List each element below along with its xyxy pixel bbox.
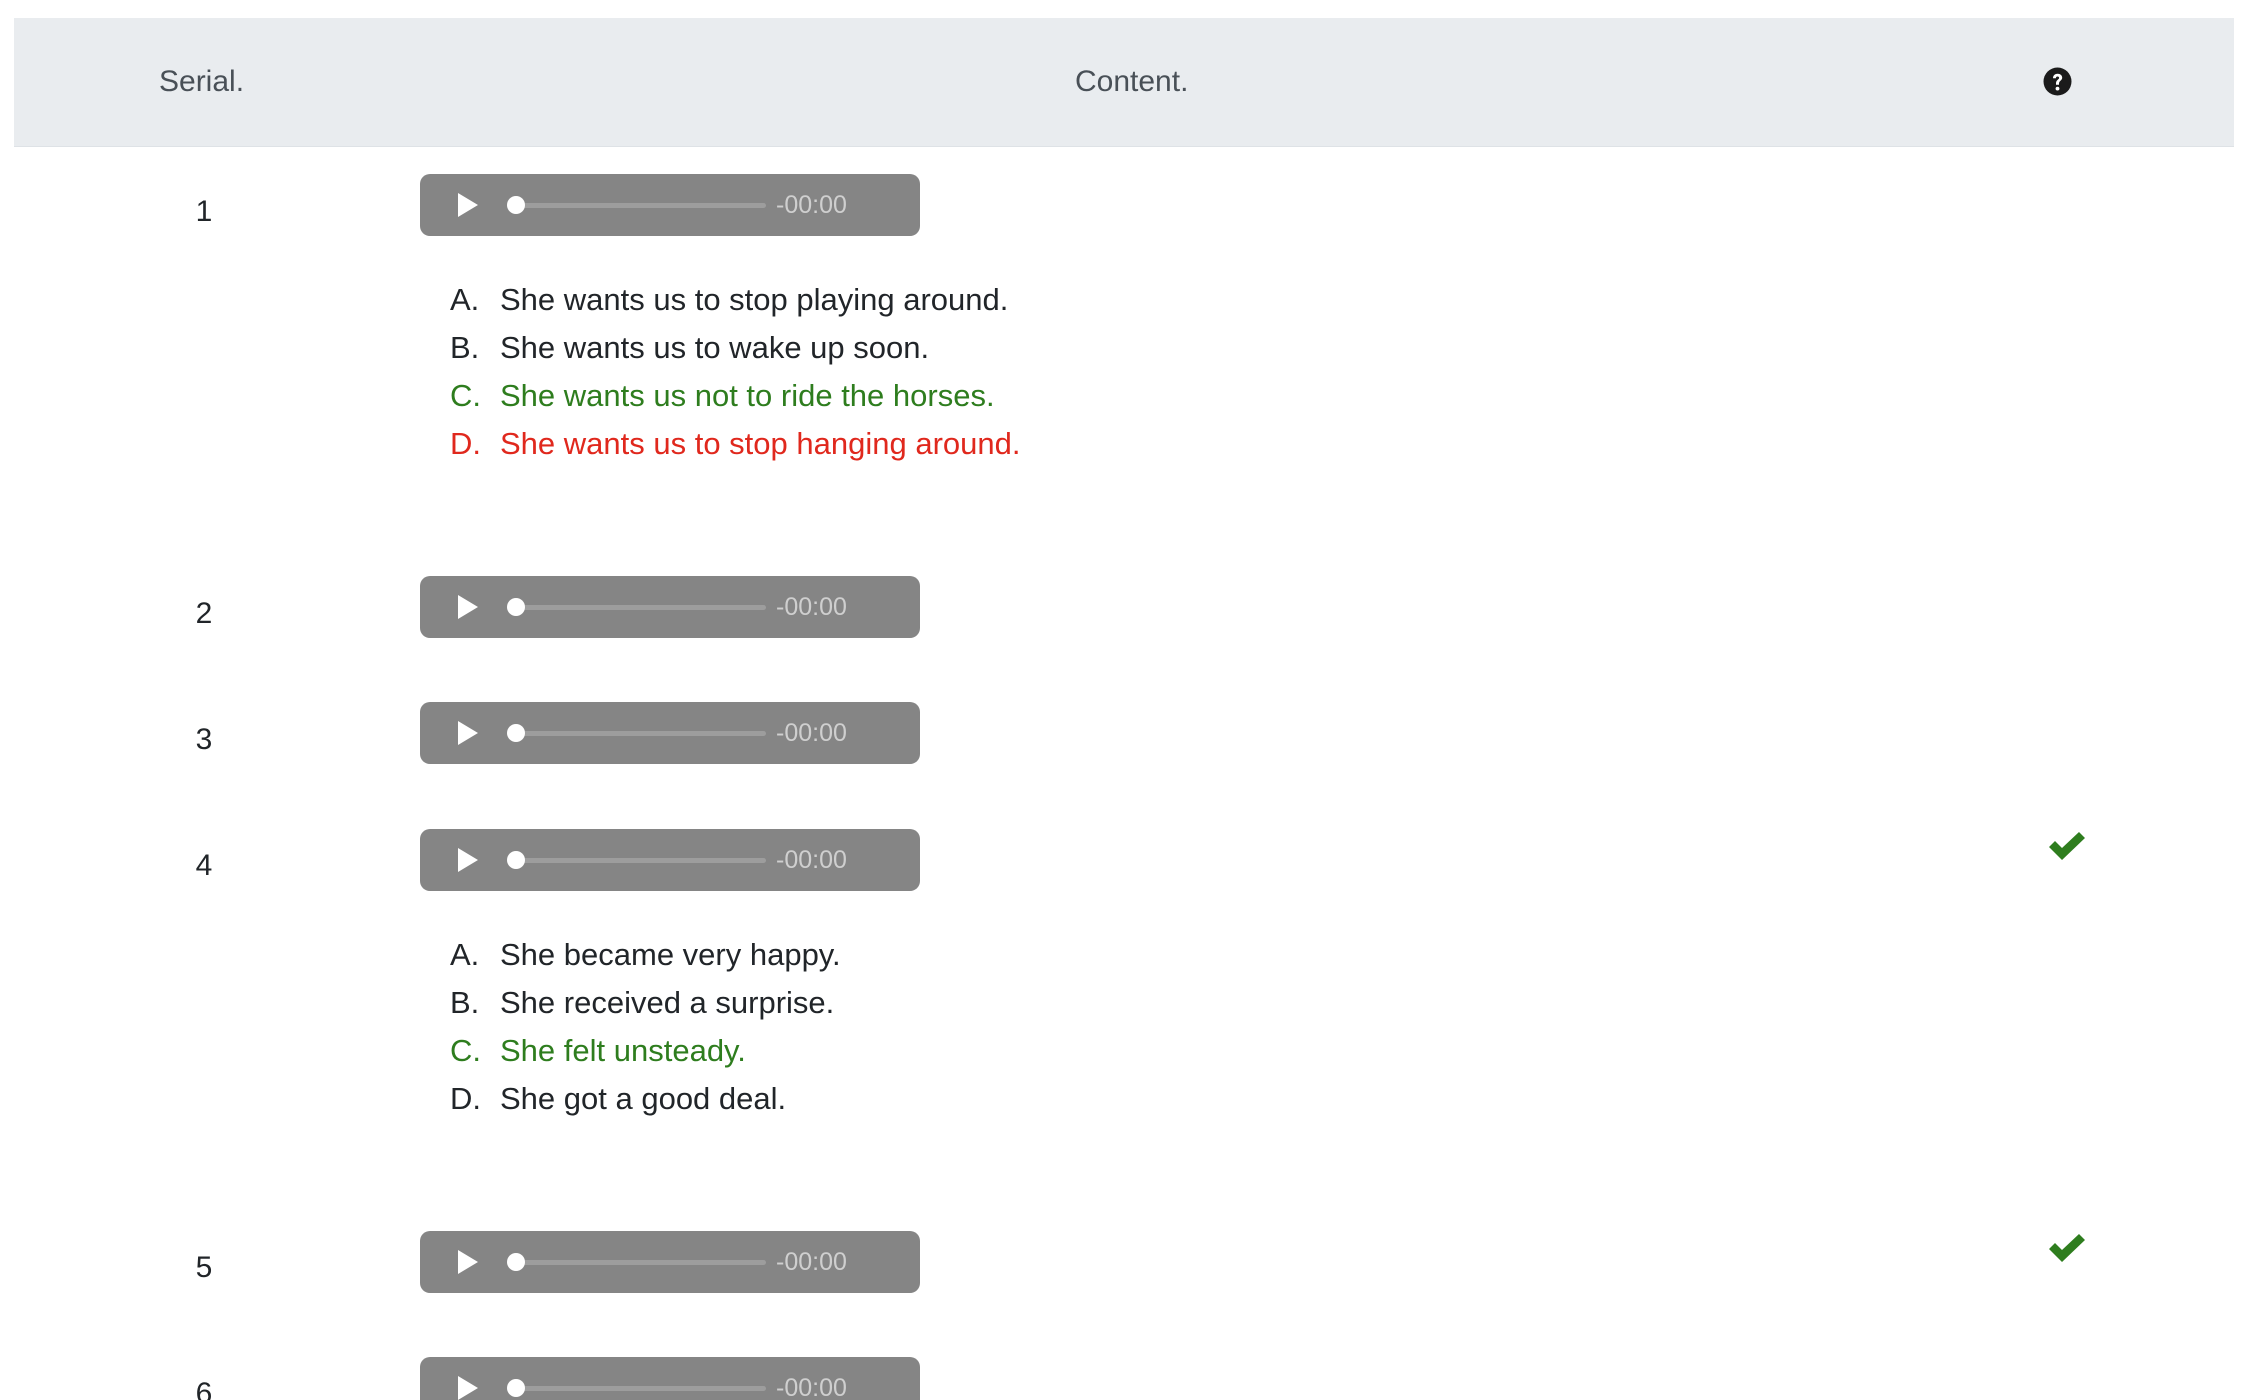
answer-option: A. She wants us to stop playing around.: [450, 276, 1020, 324]
audio-time-remaining: -00:00: [776, 593, 847, 621]
option-text: She felt unsteady.: [500, 1033, 746, 1068]
audio-progress-knob[interactable]: [507, 1379, 525, 1397]
content-column-header: Content.: [1075, 65, 1189, 98]
answer-option: C. She felt unsteady.: [450, 1027, 841, 1075]
audio-time-remaining: -00:00: [776, 846, 847, 874]
audio-progress-knob[interactable]: [507, 598, 525, 616]
audio-progress-track[interactable]: [510, 731, 766, 736]
answer-option: A. She became very happy.: [450, 931, 841, 979]
table-header: Serial. Content.: [14, 18, 2234, 147]
check-icon: [2049, 1234, 2085, 1262]
option-letter: A.: [450, 937, 480, 972]
option-text: She received a surprise.: [500, 985, 835, 1020]
answer-option: D. She wants us to stop hanging around.: [450, 420, 1020, 468]
audio-player[interactable]: -00:00: [420, 1231, 920, 1293]
option-letter: B.: [450, 985, 480, 1020]
audio-progress-track[interactable]: [510, 1386, 766, 1391]
audio-progress-track[interactable]: [510, 203, 766, 208]
audio-progress-track[interactable]: [510, 858, 766, 863]
answer-option: B. She received a surprise.: [450, 979, 841, 1027]
audio-time-remaining: -00:00: [776, 1248, 847, 1276]
option-letter: A.: [450, 282, 480, 317]
row-serial-number: 5: [195, 1251, 213, 1284]
option-letter: B.: [450, 330, 480, 365]
answer-options: A. She wants us to stop playing around. B.…: [450, 276, 1020, 468]
audio-time-remaining: -00:00: [776, 191, 847, 219]
check-icon: [2049, 832, 2085, 860]
option-text: She wants us to stop hanging around.: [500, 426, 1021, 461]
answer-option: B. She wants us to wake up soon.: [450, 324, 1020, 372]
row-serial-number: 2: [195, 597, 213, 630]
audio-player[interactable]: -00:00: [420, 1357, 920, 1400]
option-letter: C.: [450, 378, 481, 413]
audio-time-remaining: -00:00: [776, 719, 847, 747]
play-icon[interactable]: [452, 845, 482, 875]
audio-player[interactable]: -00:00: [420, 829, 920, 891]
audio-progress-knob[interactable]: [507, 1253, 525, 1271]
answer-options: A. She became very happy. B. She received a…: [450, 931, 841, 1123]
answer-option: D. She got a good deal.: [450, 1075, 841, 1123]
option-letter: C.: [450, 1033, 481, 1068]
play-icon[interactable]: [452, 1247, 482, 1277]
play-icon[interactable]: [452, 718, 482, 748]
play-icon[interactable]: [452, 190, 482, 220]
option-text: She got a good deal.: [500, 1081, 787, 1116]
question-circle-icon[interactable]: [2043, 67, 2072, 96]
option-text: She wants us to stop playing around.: [500, 282, 1009, 317]
option-text: She wants us not to ride the horses.: [500, 378, 995, 413]
audio-progress-knob[interactable]: [507, 196, 525, 214]
audio-player[interactable]: -00:00: [420, 576, 920, 638]
audio-progress-track[interactable]: [510, 1260, 766, 1265]
answer-review-page: Serial. Content. 1 -00:00 A. She wants us t…: [0, 0, 2256, 1400]
row-serial-number: 3: [195, 723, 213, 756]
audio-player[interactable]: -00:00: [420, 702, 920, 764]
audio-progress-track[interactable]: [510, 605, 766, 610]
audio-time-remaining: -00:00: [776, 1374, 847, 1400]
serial-column-header: Serial.: [159, 65, 245, 98]
row-serial-number: 4: [195, 849, 213, 882]
play-icon[interactable]: [452, 1373, 482, 1400]
option-letter: D.: [450, 426, 481, 461]
play-icon[interactable]: [452, 592, 482, 622]
audio-player[interactable]: -00:00: [420, 174, 920, 236]
audio-progress-knob[interactable]: [507, 724, 525, 742]
answer-option: C. She wants us not to ride the horses.: [450, 372, 1020, 420]
option-text: She became very happy.: [500, 937, 841, 972]
row-serial-number: 1: [195, 195, 213, 228]
row-serial-number: 6: [195, 1377, 213, 1400]
option-letter: D.: [450, 1081, 481, 1116]
audio-progress-knob[interactable]: [507, 851, 525, 869]
option-text: She wants us to wake up soon.: [500, 330, 930, 365]
